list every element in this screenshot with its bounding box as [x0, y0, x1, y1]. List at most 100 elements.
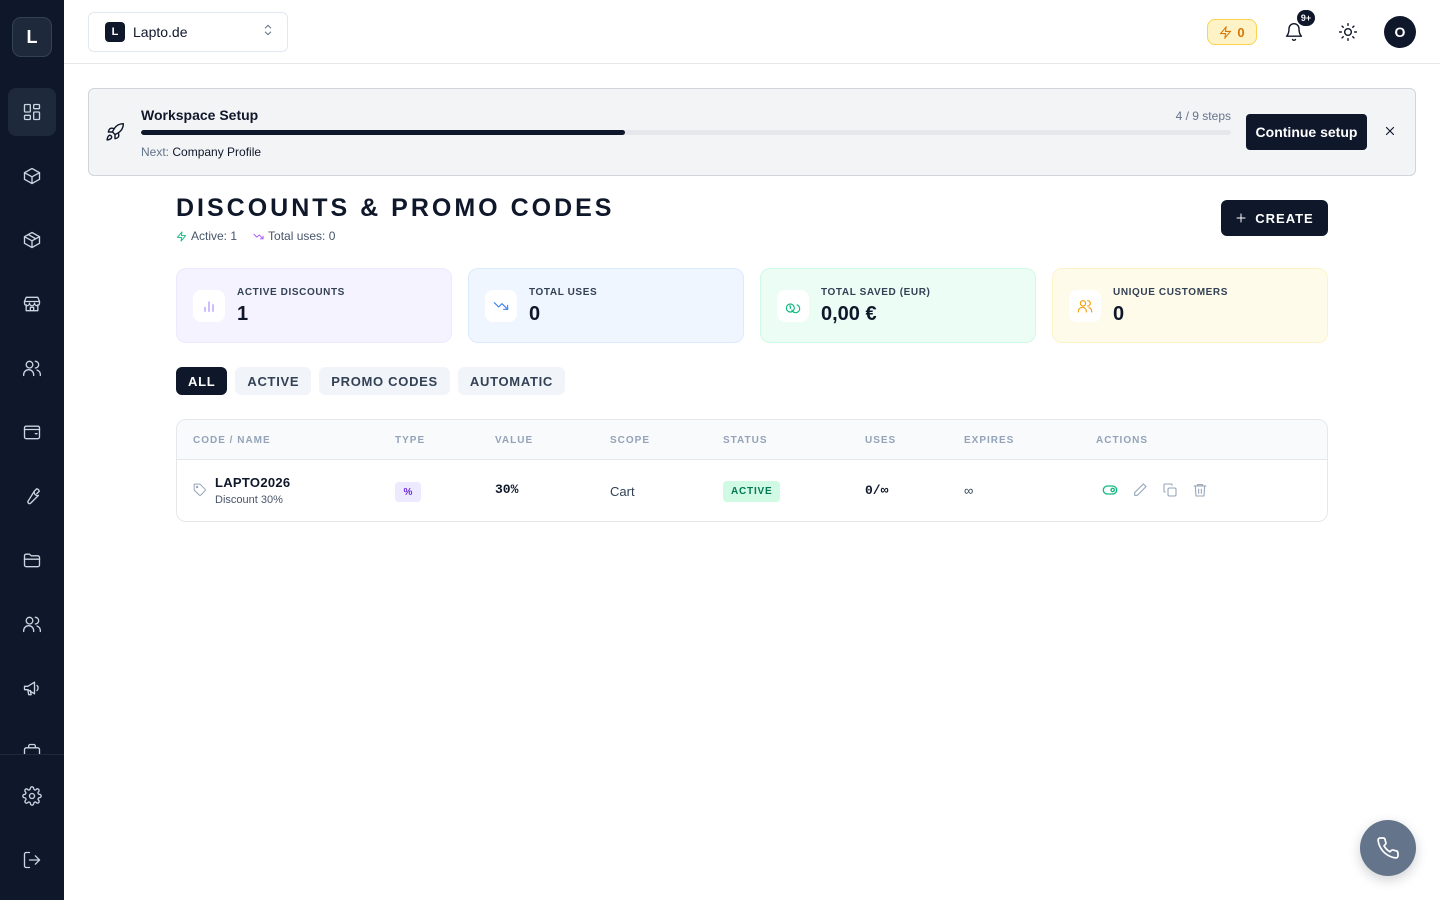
- stat-value: 0: [1113, 303, 1125, 325]
- nav-settings[interactable]: [8, 772, 56, 820]
- delete-button[interactable]: [1191, 481, 1209, 499]
- trending-down-icon: [485, 290, 517, 322]
- uses-meta: Total uses: 0: [253, 229, 335, 243]
- tag-icon: [193, 483, 207, 502]
- users-icon: [1069, 290, 1101, 322]
- notifications-badge: 9+: [1297, 10, 1315, 26]
- phone-icon: [1377, 837, 1399, 859]
- continue-setup-button[interactable]: Continue setup: [1246, 114, 1367, 150]
- credits-badge[interactable]: 0: [1207, 19, 1257, 45]
- user-avatar[interactable]: O: [1384, 16, 1416, 48]
- topbar: L Lapto.de 0 9+ O: [64, 0, 1440, 64]
- wrench-icon: [27, 488, 40, 505]
- column-header[interactable]: TYPE: [395, 435, 425, 446]
- setup-next: Next: Company Profile: [141, 145, 261, 159]
- workspace-badge: L: [105, 22, 125, 42]
- wallet-icon: [23, 425, 41, 440]
- sun-icon: [1338, 22, 1358, 42]
- megaphone-icon: [23, 681, 39, 696]
- page-title: DISCOUNTS & PROMO CODES: [176, 194, 615, 222]
- create-button[interactable]: CREATE: [1221, 200, 1328, 236]
- discount-expires: ∞: [964, 483, 974, 498]
- sidebar-divider: [0, 754, 64, 755]
- stat-card-total-uses: TOTAL USES 0: [468, 268, 744, 343]
- page-meta: Active: 1 Total uses: 0: [176, 229, 335, 243]
- stat-value: 0: [529, 303, 541, 325]
- duplicate-button[interactable]: [1161, 481, 1179, 499]
- column-header[interactable]: CODE / NAME: [193, 435, 271, 446]
- toggle-icon: [1102, 485, 1118, 495]
- column-header[interactable]: SCOPE: [610, 435, 650, 446]
- nav-products[interactable]: [8, 152, 56, 200]
- toggle-button[interactable]: [1101, 481, 1119, 499]
- status-badge: ACTIVE: [723, 481, 781, 502]
- folder-icon: [23, 553, 41, 568]
- nav-files[interactable]: [8, 536, 56, 584]
- setup-next-label: Next:: [141, 145, 170, 159]
- nav-tools[interactable]: [8, 472, 56, 520]
- edit-button[interactable]: [1131, 481, 1149, 499]
- theme-toggle[interactable]: [1334, 18, 1362, 46]
- stat-label: ACTIVE DISCOUNTS: [237, 287, 345, 298]
- nav-wallet[interactable]: [8, 408, 56, 456]
- column-header: ACTIONS: [1096, 435, 1148, 446]
- setup-next-value: Company Profile: [172, 145, 262, 159]
- stat-label: TOTAL SAVED (EUR): [821, 287, 931, 298]
- sidebar: L: [0, 0, 64, 900]
- team-icon: [23, 616, 41, 633]
- discount-value: 30%: [495, 482, 519, 497]
- nav-more[interactable]: [8, 728, 56, 754]
- workspace-select[interactable]: L Lapto.de: [88, 12, 288, 52]
- trash-icon: [1193, 484, 1207, 497]
- row-actions: [1101, 481, 1209, 499]
- uses-meta-text: Total uses: 0: [268, 229, 336, 243]
- filter-tabs: ALL ACTIVE PROMO CODES AUTOMATIC: [176, 367, 565, 395]
- filter-active[interactable]: ACTIVE: [235, 367, 312, 395]
- bar-chart-icon: [193, 290, 225, 322]
- nav-marketing[interactable]: [8, 664, 56, 712]
- chevron-up-down-icon: [261, 23, 275, 42]
- column-header[interactable]: STATUS: [723, 435, 768, 446]
- setup-title: Workspace Setup: [141, 107, 259, 123]
- discount-code: LAPTO2026: [215, 475, 291, 490]
- trending-down-icon: [253, 233, 264, 239]
- rocket-icon: [105, 122, 125, 147]
- nav-dashboard[interactable]: [8, 88, 56, 136]
- stat-card-active-discounts: ACTIVE DISCOUNTS 1: [176, 268, 452, 343]
- nav-logout[interactable]: [8, 836, 56, 884]
- package-icon: [23, 231, 41, 249]
- logout-icon: [23, 851, 41, 869]
- box-icon: [23, 167, 41, 185]
- discount-uses: 0/∞: [865, 483, 889, 498]
- filter-promo-codes[interactable]: PROMO CODES: [319, 367, 450, 395]
- pencil-icon: [1134, 483, 1147, 496]
- nav-team[interactable]: [8, 600, 56, 648]
- filter-all[interactable]: ALL: [176, 367, 228, 395]
- column-header[interactable]: VALUE: [495, 435, 533, 446]
- nav-store[interactable]: [8, 280, 56, 328]
- stat-value: 0,00 €: [821, 303, 877, 325]
- plus-icon: [1236, 213, 1246, 223]
- settings-icon: [22, 786, 42, 806]
- column-header[interactable]: EXPIRES: [964, 435, 1014, 446]
- store-icon: [23, 296, 41, 312]
- filter-automatic[interactable]: AUTOMATIC: [457, 367, 565, 395]
- column-header[interactable]: USES: [865, 435, 896, 446]
- type-badge: %: [395, 482, 421, 502]
- discount-scope: Cart: [610, 484, 635, 499]
- workspace-name: Lapto.de: [133, 24, 188, 40]
- nav-customers[interactable]: [8, 344, 56, 392]
- stat-label: TOTAL USES: [529, 287, 598, 298]
- stat-card-unique-customers: UNIQUE CUSTOMERS 0: [1052, 268, 1328, 343]
- lightning-icon: [176, 230, 187, 242]
- users-icon: [23, 360, 41, 377]
- app-logo[interactable]: L: [12, 17, 52, 57]
- active-meta-text: Active: 1: [191, 229, 238, 243]
- table-row[interactable]: LAPTO2026 Discount 30% % 30% Cart ACTIVE…: [177, 460, 1327, 521]
- call-support-button[interactable]: [1360, 820, 1416, 876]
- nav-inventory[interactable]: [8, 216, 56, 264]
- setup-progress-bar: [141, 130, 1231, 135]
- briefcase-icon: [23, 743, 41, 754]
- credits-count: 0: [1237, 24, 1245, 40]
- close-icon[interactable]: [1383, 124, 1397, 143]
